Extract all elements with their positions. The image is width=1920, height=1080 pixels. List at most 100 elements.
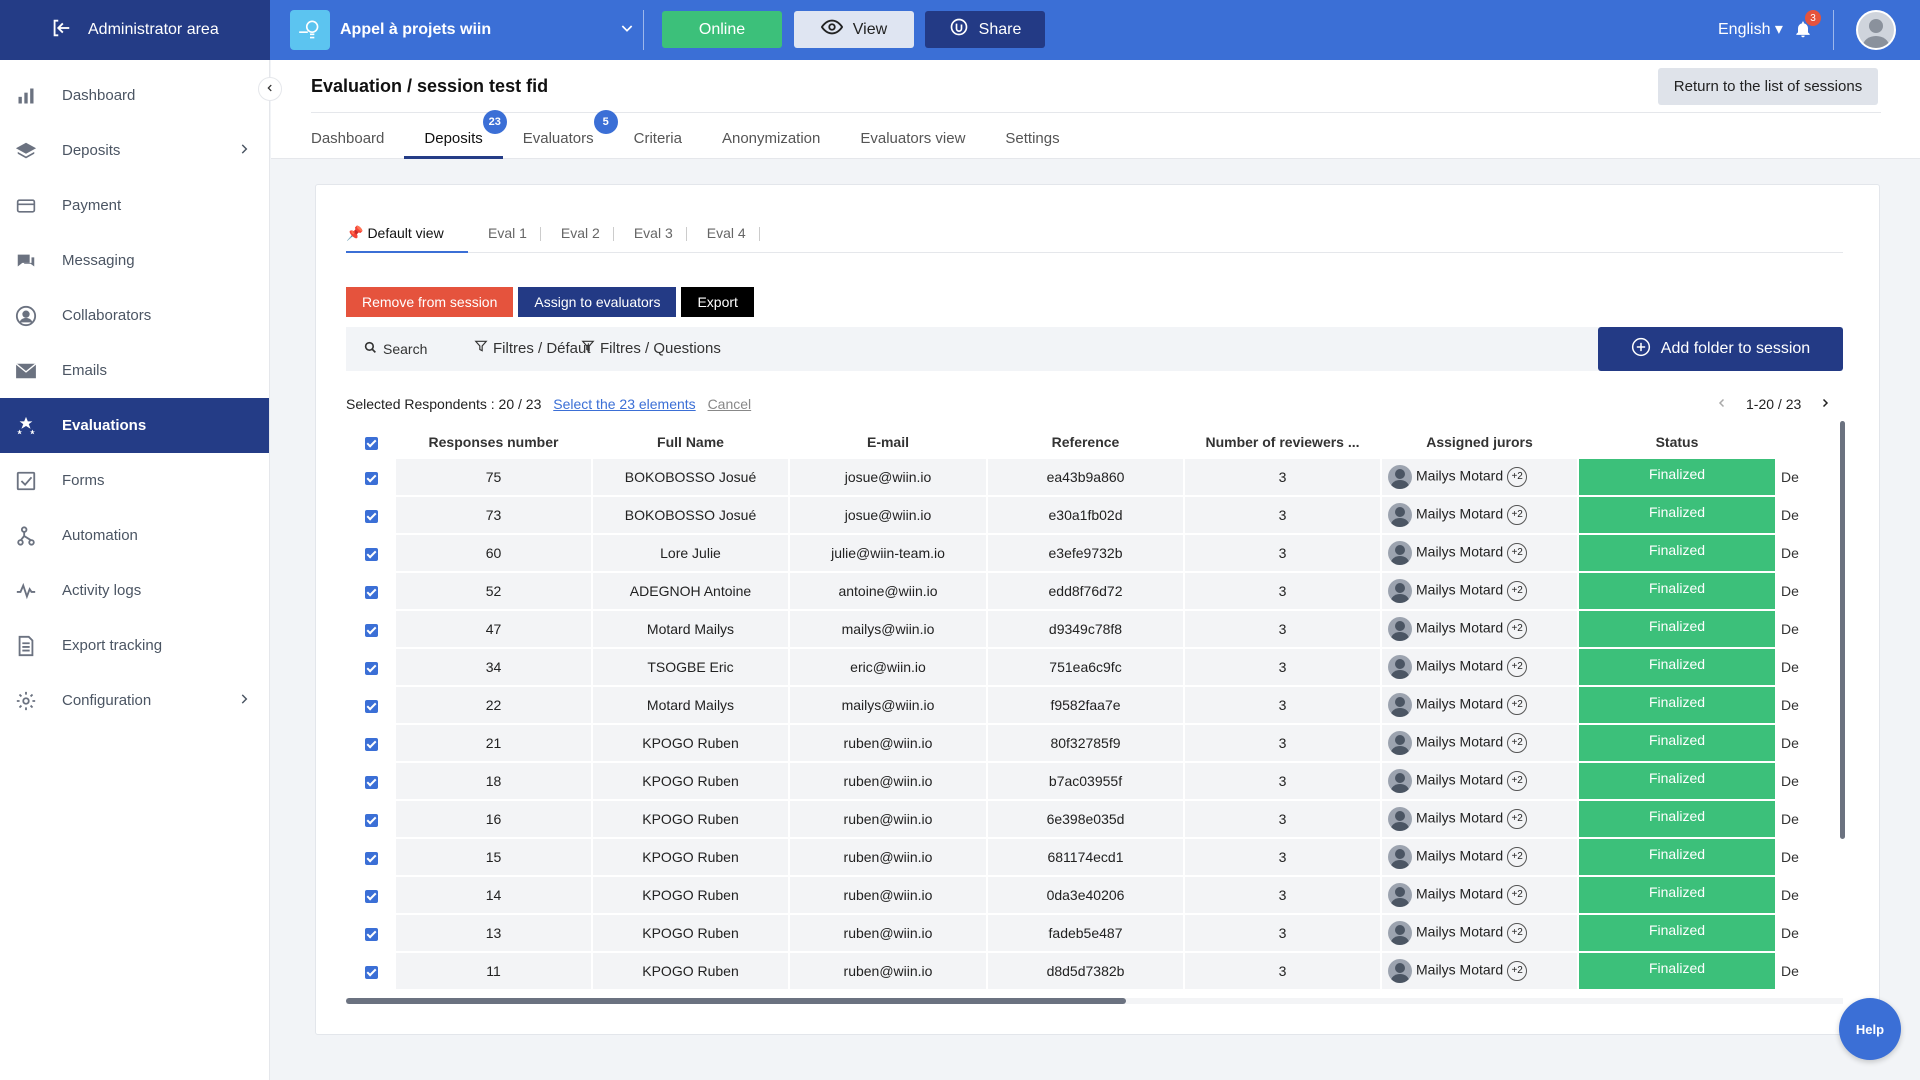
assigned-jurors-cell[interactable]: Mailys Motard +2: [1382, 801, 1577, 837]
sidebar-item-messaging[interactable]: Messaging: [0, 233, 269, 288]
more-jurors-badge[interactable]: +2: [1507, 619, 1528, 639]
row-checkbox[interactable]: [348, 915, 394, 951]
assigned-jurors-cell[interactable]: Mailys Motard +2: [1382, 915, 1577, 951]
row-checkbox[interactable]: [348, 573, 394, 609]
tab-anonymization[interactable]: Anonymization: [702, 130, 840, 159]
chevron-left-icon[interactable]: [1716, 396, 1728, 412]
cancel-selection-link[interactable]: Cancel: [708, 396, 752, 412]
filter-default-button[interactable]: Filtres / Défaut: [474, 338, 591, 358]
tab-eval-4[interactable]: Eval 4: [687, 225, 760, 253]
sidebar-item-payment[interactable]: Payment: [0, 178, 269, 233]
return-to-sessions-button[interactable]: Return to the list of sessions: [1658, 68, 1878, 105]
language-selector[interactable]: English ▾: [1718, 19, 1783, 39]
sidebar-item-dashboard[interactable]: Dashboard: [0, 68, 269, 123]
online-button[interactable]: Online: [662, 11, 782, 48]
table-row[interactable]: 11 KPOGO Ruben ruben@wiin.io d8d5d7382b 3 Mai…: [348, 953, 1817, 989]
assigned-jurors-cell[interactable]: Mailys Motard +2: [1382, 687, 1577, 723]
row-checkbox[interactable]: [348, 535, 394, 571]
view-button[interactable]: View: [794, 11, 914, 48]
row-checkbox[interactable]: [348, 497, 394, 533]
table-row[interactable]: 47 Motard Mailys mailys@wiin.io d9349c78f8 3…: [348, 611, 1817, 647]
project-selector[interactable]: Appel à projets wiin: [290, 10, 635, 50]
row-checkbox[interactable]: [348, 611, 394, 647]
tab-settings[interactable]: Settings: [985, 130, 1079, 159]
assigned-jurors-cell[interactable]: Mailys Motard +2: [1382, 573, 1577, 609]
tab-evaluators[interactable]: Evaluators 5: [503, 110, 618, 159]
sidebar-item-automation[interactable]: Automation: [0, 508, 269, 563]
row-checkbox[interactable]: [348, 839, 394, 875]
sidebar-item-deposits[interactable]: Deposits: [0, 123, 269, 178]
row-checkbox[interactable]: [348, 953, 394, 989]
table-row[interactable]: 16 KPOGO Ruben ruben@wiin.io 6e398e035d 3 Mai…: [348, 801, 1817, 837]
more-jurors-badge[interactable]: +2: [1507, 543, 1528, 563]
row-checkbox[interactable]: [348, 687, 394, 723]
tab-eval-1[interactable]: Eval 1: [468, 225, 541, 253]
more-jurors-badge[interactable]: +2: [1507, 961, 1528, 981]
column-header[interactable]: Status: [1579, 427, 1775, 457]
sidebar-item-forms[interactable]: Forms: [0, 453, 269, 508]
more-jurors-badge[interactable]: +2: [1507, 695, 1528, 715]
tab-deposits[interactable]: Deposits 23: [404, 110, 507, 159]
column-header[interactable]: E-mail: [790, 427, 986, 457]
assign-to-evaluators-button[interactable]: Assign to evaluators: [518, 287, 677, 317]
assigned-jurors-cell[interactable]: Mailys Motard +2: [1382, 953, 1577, 989]
more-jurors-badge[interactable]: +2: [1507, 657, 1528, 677]
table-row[interactable]: 14 KPOGO Ruben ruben@wiin.io 0da3e40206 3 Mai…: [348, 877, 1817, 913]
user-avatar[interactable]: [1856, 10, 1896, 50]
table-row[interactable]: 34 TSOGBE Eric eric@wiin.io 751ea6c9fc 3 Mail…: [348, 649, 1817, 685]
assigned-jurors-cell[interactable]: Mailys Motard +2: [1382, 497, 1577, 533]
table-row[interactable]: 52 ADEGNOH Antoine antoine@wiin.io edd8f76d…: [348, 573, 1817, 609]
horizontal-scrollbar[interactable]: [346, 998, 1843, 1004]
sidebar-item-collaborators[interactable]: Collaborators: [0, 288, 269, 343]
assigned-jurors-cell[interactable]: Mailys Motard +2: [1382, 763, 1577, 799]
assigned-jurors-cell[interactable]: Mailys Motard +2: [1382, 877, 1577, 913]
tab-criteria[interactable]: Criteria: [614, 130, 702, 159]
tab-eval-3[interactable]: Eval 3: [614, 225, 687, 253]
table-row[interactable]: 73 BOKOBOSSO Josué josue@wiin.io e30a1fb02d…: [348, 497, 1817, 533]
row-checkbox[interactable]: [348, 877, 394, 913]
export-button[interactable]: Export: [681, 287, 754, 317]
sidebar-collapse-button[interactable]: [258, 77, 282, 101]
tab-eval-2[interactable]: Eval 2: [541, 225, 614, 253]
search-input[interactable]: Search: [364, 341, 427, 357]
select-all-checkbox[interactable]: [348, 427, 394, 457]
more-jurors-badge[interactable]: +2: [1507, 505, 1528, 525]
more-jurors-badge[interactable]: +2: [1507, 771, 1528, 791]
select-all-link[interactable]: Select the 23 elements: [553, 396, 695, 412]
more-jurors-badge[interactable]: +2: [1507, 733, 1528, 753]
vertical-scrollbar[interactable]: [1840, 421, 1845, 839]
sidebar-item-evaluations[interactable]: Evaluations: [0, 398, 269, 453]
more-jurors-badge[interactable]: +2: [1507, 581, 1528, 601]
column-header[interactable]: Assigned jurors: [1382, 427, 1577, 457]
assigned-jurors-cell[interactable]: Mailys Motard +2: [1382, 611, 1577, 647]
filter-questions-button[interactable]: Filtres / Questions: [581, 338, 721, 358]
row-checkbox[interactable]: [348, 725, 394, 761]
more-jurors-badge[interactable]: +2: [1507, 467, 1528, 487]
table-row[interactable]: 18 KPOGO Ruben ruben@wiin.io b7ac03955f 3 Mai…: [348, 763, 1817, 799]
table-row[interactable]: 22 Motard Mailys mailys@wiin.io f9582faa7e 3…: [348, 687, 1817, 723]
sidebar-item-activity-logs[interactable]: Activity logs: [0, 563, 269, 618]
more-jurors-badge[interactable]: +2: [1507, 847, 1528, 867]
sidebar-item-configuration[interactable]: Configuration: [0, 673, 269, 728]
share-button[interactable]: Share: [925, 11, 1045, 48]
more-jurors-badge[interactable]: +2: [1507, 809, 1528, 829]
assigned-jurors-cell[interactable]: Mailys Motard +2: [1382, 839, 1577, 875]
row-checkbox[interactable]: [348, 649, 394, 685]
assigned-jurors-cell[interactable]: Mailys Motard +2: [1382, 459, 1577, 495]
sidebar-item-export-tracking[interactable]: Export tracking: [0, 618, 269, 673]
assigned-jurors-cell[interactable]: Mailys Motard +2: [1382, 649, 1577, 685]
column-header[interactable]: Responses number: [396, 427, 591, 457]
tab-evaluators-view[interactable]: Evaluators view: [840, 130, 985, 159]
more-jurors-badge[interactable]: +2: [1507, 923, 1528, 943]
table-row[interactable]: 13 KPOGO Ruben ruben@wiin.io fadeb5e487 3 Mai…: [348, 915, 1817, 951]
tab-dashboard[interactable]: Dashboard: [311, 130, 404, 159]
row-checkbox[interactable]: [348, 459, 394, 495]
remove-from-session-button[interactable]: Remove from session: [346, 287, 514, 317]
admin-area-link[interactable]: Administrator area: [0, 0, 270, 60]
tab-default-view[interactable]: 📌 Default view: [346, 225, 468, 253]
table-row[interactable]: 15 KPOGO Ruben ruben@wiin.io 681174ecd1 3 Mai…: [348, 839, 1817, 875]
column-header[interactable]: Reference: [988, 427, 1183, 457]
row-checkbox[interactable]: [348, 801, 394, 837]
notifications-button[interactable]: 3: [1793, 10, 1821, 45]
assigned-jurors-cell[interactable]: Mailys Motard +2: [1382, 535, 1577, 571]
